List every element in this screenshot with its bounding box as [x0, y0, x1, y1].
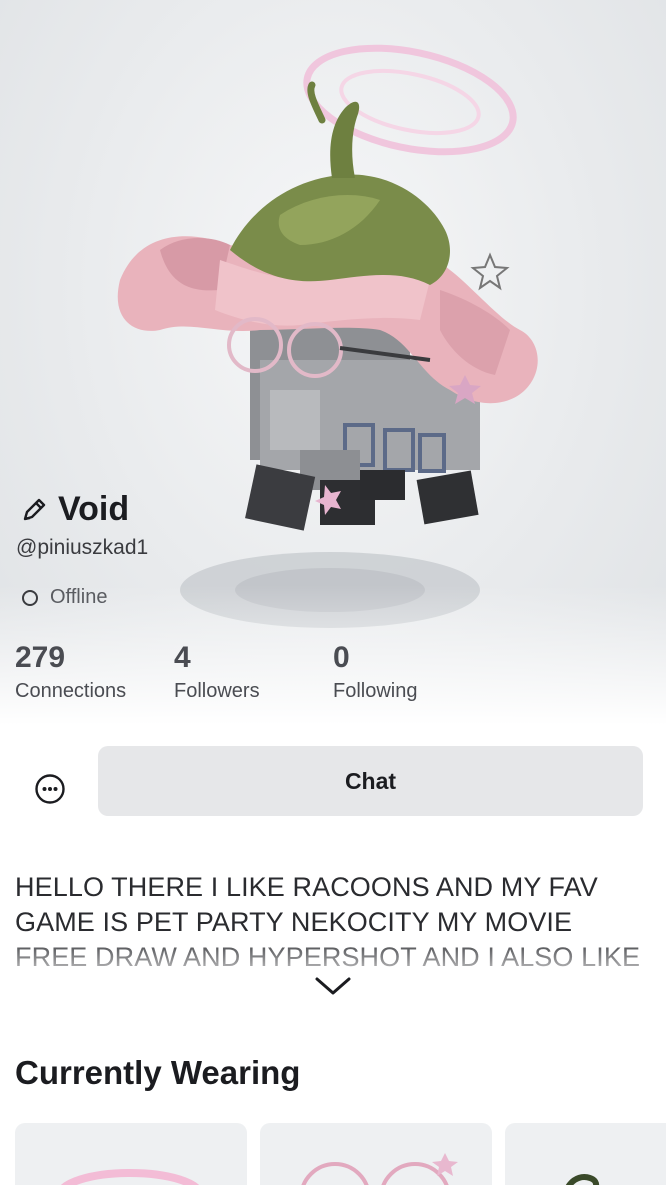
- stat-value: 279: [15, 641, 66, 674]
- wearing-item-card[interactable]: [260, 1123, 492, 1185]
- avatar-hero: [0, 0, 666, 725]
- stat-connections[interactable]: 279 Connections: [15, 638, 174, 703]
- wearing-item-card[interactable]: [15, 1123, 247, 1185]
- presence-status: Offline: [22, 586, 107, 609]
- stat-value: 0: [333, 641, 350, 674]
- pink-halo-item: [60, 1169, 200, 1185]
- status-circle-icon: [22, 589, 38, 606]
- stat-label: Following: [333, 680, 418, 702]
- stat-value: 4: [174, 641, 191, 674]
- round-glasses-item: [301, 1153, 458, 1185]
- more-options-icon: [35, 774, 65, 804]
- stat-label: Connections: [15, 680, 127, 702]
- currently-wearing-title: Currently Wearing: [15, 1054, 301, 1091]
- pencil-icon[interactable]: [20, 496, 48, 524]
- stat-followers[interactable]: 4 Followers: [174, 638, 333, 703]
- wearing-item-card[interactable]: [505, 1123, 666, 1185]
- username: @piniuszkad1: [16, 536, 149, 559]
- stats-row: 279 Connections 4 Followers 0 Following: [15, 638, 493, 703]
- display-name: Void: [58, 490, 130, 528]
- wearing-carousel: [15, 1123, 666, 1185]
- vine-item: [566, 1174, 600, 1185]
- chat-button[interactable]: Chat: [98, 746, 643, 816]
- avatar-image: [117, 44, 538, 628]
- profile-page: Void @piniuszkad1 Offline 279 Connection…: [0, 0, 666, 1185]
- stat-following[interactable]: 0 Following: [333, 638, 493, 703]
- stat-label: Followers: [174, 680, 260, 702]
- bio-fade-overlay: [0, 935, 666, 980]
- display-name-row[interactable]: Void: [20, 490, 129, 529]
- chevron-down-icon[interactable]: [314, 975, 352, 997]
- more-options-button[interactable]: [32, 771, 68, 807]
- status-text: Offline: [50, 586, 108, 608]
